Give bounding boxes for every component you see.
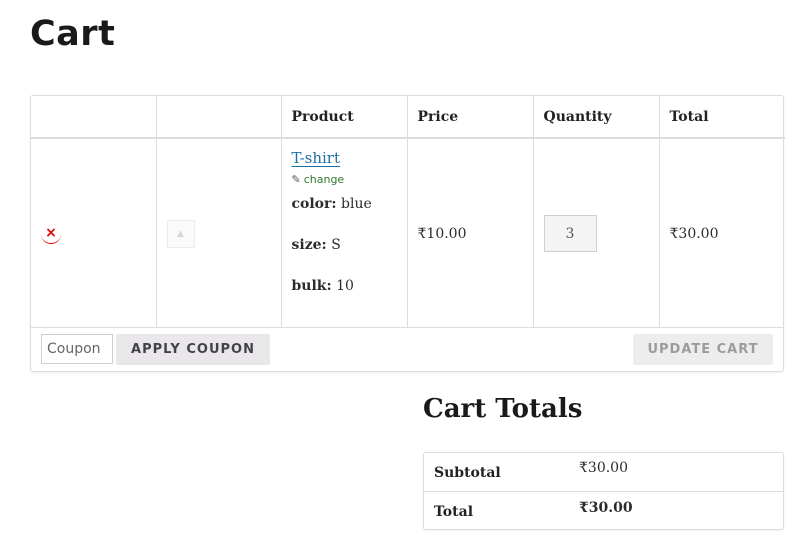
thumbnail-cell: ▲ <box>156 138 282 328</box>
price-cell: ₹10.00 <box>407 138 534 328</box>
apply-coupon-button[interactable]: APPLY COUPON <box>116 334 270 365</box>
product-cell: T-shirt ✎ change color: blue size: S bulk… <box>281 138 408 328</box>
attribute-value: S <box>331 237 341 253</box>
attribute-value: 10 <box>336 278 354 294</box>
attribute-label: size: <box>291 237 327 253</box>
attribute-bulk: bulk: 10 <box>292 278 397 294</box>
update-cart-button[interactable]: UPDATE CART <box>633 334 773 365</box>
subtotal-label: Subtotal <box>434 465 501 481</box>
total-label: Total <box>434 504 474 520</box>
change-link[interactable]: ✎ change <box>292 173 397 186</box>
remove-cell: × <box>31 138 157 328</box>
attribute-value: blue <box>341 196 372 212</box>
total-row: Total ₹30.00 <box>424 491 783 529</box>
page-title: Cart <box>30 14 116 54</box>
attribute-color: color: blue <box>292 196 397 212</box>
cart-totals-table: Subtotal ₹30.00 Total ₹30.00 <box>423 452 784 530</box>
header-quantity: Quantity <box>533 96 660 139</box>
cart-actions: APPLY COUPON UPDATE CART <box>31 327 783 371</box>
cart-table: Product Price Quantity Total × ▲ T-shirt… <box>31 96 785 328</box>
line-total-cell: ₹30.00 <box>669 225 719 242</box>
pencil-icon: ✎ <box>291 173 301 186</box>
product-name-link[interactable]: T-shirt <box>292 149 341 167</box>
remove-x-icon[interactable]: × <box>41 224 61 244</box>
attribute-label: color: <box>291 196 337 212</box>
cart-form: Product Price Quantity Total × ▲ T-shirt… <box>30 95 785 372</box>
header-thumbnail <box>156 96 282 139</box>
subtotal-row: Subtotal ₹30.00 <box>424 453 783 491</box>
cart-totals-title: Cart Totals <box>423 394 583 424</box>
attribute-label: bulk: <box>291 278 332 294</box>
cart-item-row: × ▲ T-shirt ✎ change color: blue size: S … <box>31 138 785 328</box>
product-thumbnail[interactable]: ▲ <box>166 219 195 248</box>
subtotal-value: ₹30.00 <box>579 460 628 476</box>
header-remove <box>31 96 157 139</box>
header-price: Price <box>407 96 534 139</box>
image-placeholder-icon: ▲ <box>177 228 184 239</box>
attribute-size: size: S <box>292 237 397 253</box>
total-value: ₹30.00 <box>579 500 633 516</box>
cart-header-row: Product Price Quantity Total <box>31 96 785 139</box>
header-total: Total <box>659 96 785 139</box>
quantity-cell <box>533 138 660 328</box>
quantity-input[interactable] <box>543 215 597 252</box>
change-label: change <box>303 173 345 186</box>
header-product: Product <box>281 96 408 139</box>
coupon-input[interactable] <box>41 334 113 364</box>
